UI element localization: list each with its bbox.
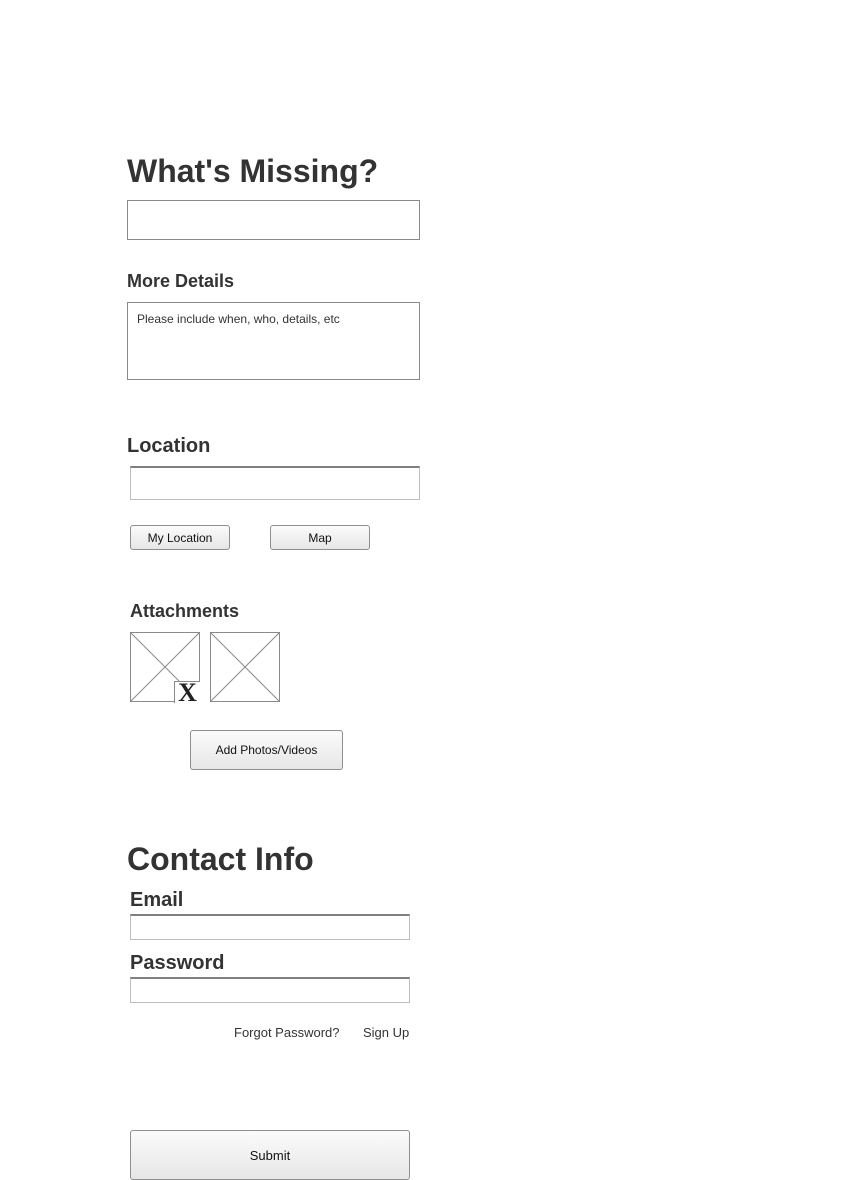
attachment-thumbnail[interactable] — [210, 632, 280, 702]
email-label: Email — [130, 889, 184, 911]
submit-button[interactable]: Submit — [130, 1130, 410, 1180]
location-input[interactable] — [130, 466, 420, 500]
remove-attachment-button[interactable]: X — [174, 680, 200, 706]
forgot-password-link[interactable]: Forgot Password? — [234, 1025, 340, 1040]
image-placeholder-icon — [211, 633, 279, 701]
sign-up-link[interactable]: Sign Up — [363, 1025, 409, 1040]
my-location-button[interactable]: My Location — [130, 525, 230, 550]
email-input[interactable] — [130, 914, 410, 940]
attachments-label: Attachments — [130, 601, 240, 621]
whats-missing-heading: What's Missing? — [127, 153, 379, 189]
more-details-label: More Details — [127, 271, 235, 291]
more-details-textarea[interactable]: Please include when, who, details, etc — [127, 302, 420, 380]
map-button[interactable]: Map — [270, 525, 370, 550]
missing-item-input[interactable] — [127, 200, 420, 240]
password-label: Password — [130, 952, 225, 974]
password-input[interactable] — [130, 977, 410, 1003]
contact-info-heading: Contact Info — [127, 841, 314, 877]
location-label: Location — [127, 435, 211, 457]
add-photos-videos-button[interactable]: Add Photos/Videos — [190, 730, 343, 770]
